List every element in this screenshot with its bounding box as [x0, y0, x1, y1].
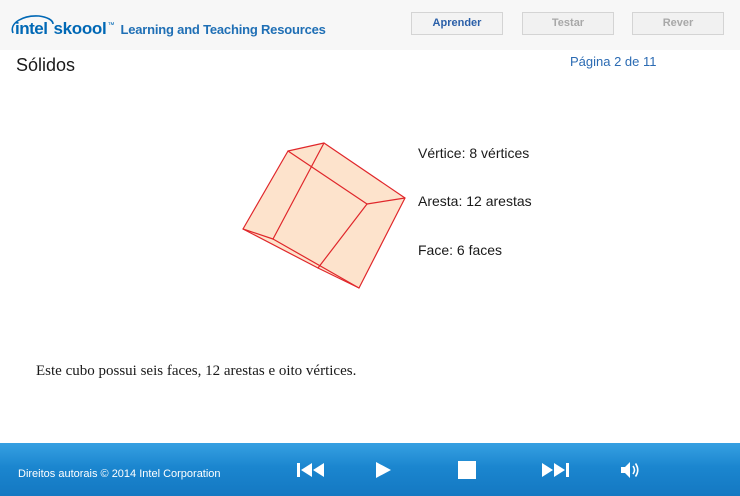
lesson-page: intel skoool ™ Learning and Teaching Reso…: [0, 0, 740, 496]
play-button[interactable]: [372, 457, 394, 483]
intel-skoool-logo: intel skoool ™ Learning and Teaching Reso…: [11, 14, 326, 44]
vertex-count-label: Vértice: 8 vértices: [418, 145, 530, 161]
header-bar: intel skoool ™ Learning and Teaching Reso…: [0, 0, 740, 50]
page-indicator: Página 2 de 11: [570, 54, 657, 69]
play-icon: [376, 462, 391, 478]
cube-front-face: [242, 142, 406, 289]
cube-illustration: [242, 142, 406, 289]
copyright-text: Direitos autorais © 2014 Intel Corporati…: [18, 468, 221, 480]
trademark-symbol: ™: [107, 21, 115, 29]
fast-forward-icon: [542, 463, 569, 477]
fast-forward-button[interactable]: [538, 457, 572, 483]
tab-aprender[interactable]: Aprender: [411, 12, 503, 35]
edge-count-label: Aresta: 12 arestas: [418, 193, 532, 209]
logo-tagline: Learning and Teaching Resources: [120, 21, 326, 37]
rewind-icon: [297, 463, 324, 477]
face-count-label: Face: 6 faces: [418, 242, 503, 258]
stop-button[interactable]: [456, 457, 478, 483]
tab-testar[interactable]: Testar: [522, 12, 614, 35]
intel-logo: intel: [11, 15, 54, 39]
page-title: Sólidos: [16, 55, 76, 75]
intel-swoosh-icon: [11, 15, 54, 34]
tab-rever[interactable]: Rever: [632, 12, 724, 35]
speaker-icon: [621, 462, 639, 478]
stop-icon: [458, 461, 476, 479]
skoool-logo-text: skoool: [53, 19, 107, 38]
footer-bar: Direitos autorais © 2014 Intel Corporati…: [0, 443, 740, 496]
cube-caption: Este cubo possui seis faces, 12 arestas …: [36, 363, 357, 379]
sound-button[interactable]: [618, 457, 642, 483]
rewind-button[interactable]: [294, 457, 328, 483]
